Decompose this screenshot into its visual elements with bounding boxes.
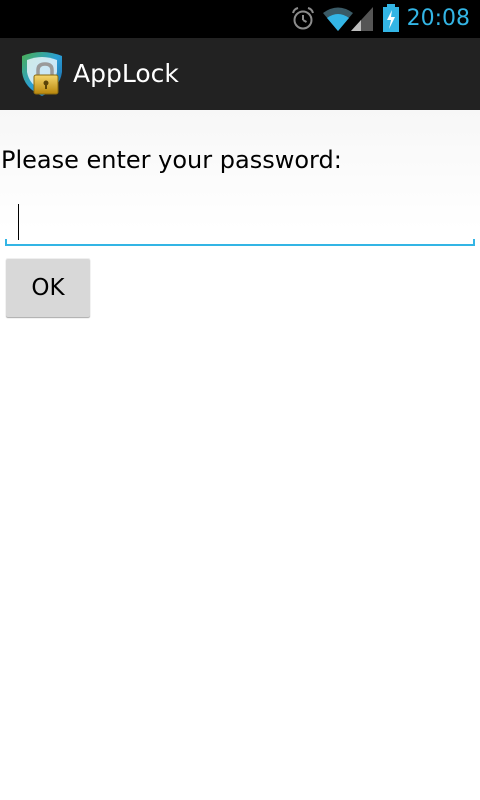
text-caret — [18, 204, 19, 240]
password-field[interactable] — [5, 196, 475, 246]
wifi-icon — [322, 5, 354, 37]
alarm-icon — [290, 6, 316, 36]
input-underline-tick-right — [473, 239, 475, 246]
action-bar: AppLock — [0, 38, 480, 110]
applock-shield-icon[interactable] — [18, 50, 66, 98]
status-time: 20:08 — [406, 6, 470, 31]
app-title: AppLock — [73, 59, 179, 88]
status-bar: 20:08 — [0, 0, 480, 38]
ok-button[interactable]: OK — [6, 258, 90, 317]
password-prompt-label: Please enter your password: — [1, 146, 342, 174]
signal-icon — [351, 7, 373, 35]
input-underline — [5, 244, 475, 246]
password-input[interactable] — [5, 196, 475, 244]
content-area: Please enter your password: OK — [0, 110, 480, 800]
battery-charging-icon — [382, 4, 400, 36]
input-underline-tick-left — [5, 239, 7, 246]
